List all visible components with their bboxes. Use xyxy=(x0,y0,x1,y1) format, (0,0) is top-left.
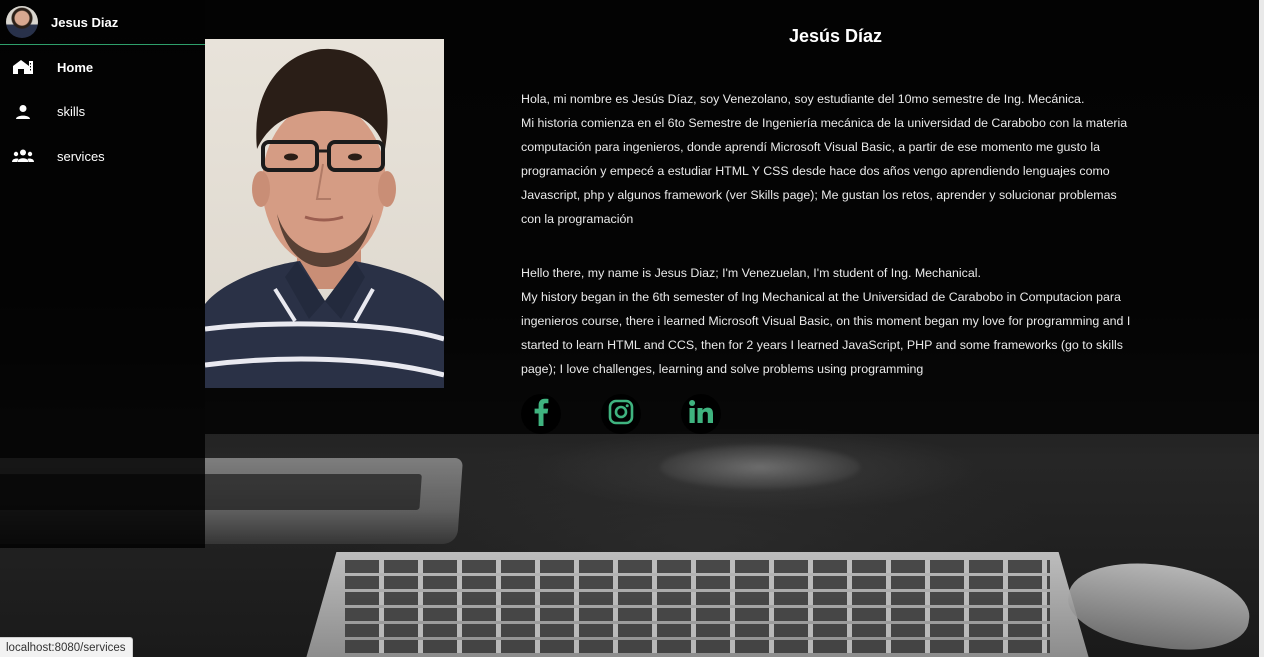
about-english: Hello there, my name is Jesus Diaz; I'm … xyxy=(521,261,1161,381)
about-line: Hola, mi nombre es Jesús Díaz, soy Venez… xyxy=(521,92,1085,106)
about-line: ingenieros course, there i learned Micro… xyxy=(521,314,1131,328)
instagram-link[interactable] xyxy=(601,394,641,434)
facebook-link[interactable] xyxy=(521,394,561,434)
about-line: My history began in the 6th semester of … xyxy=(521,290,1121,304)
about-spanish: Hola, mi nombre es Jesús Díaz, soy Venez… xyxy=(521,87,1161,231)
sidebar-item-label: skills xyxy=(57,104,86,120)
sidebar-header: Jesus Diaz xyxy=(0,0,205,45)
status-bar-url: localhost:8080/services xyxy=(0,637,133,657)
sidebar: Jesus Diaz Home skills services xyxy=(0,0,205,548)
sidebar-item-label: Home xyxy=(57,59,94,75)
page-title: Jesús Díaz xyxy=(789,26,883,46)
mouse-image xyxy=(1063,552,1255,657)
sidebar-item-home[interactable]: Home xyxy=(0,45,205,90)
home-icon xyxy=(11,57,35,77)
facebook-icon xyxy=(533,398,549,431)
linkedin-link[interactable] xyxy=(681,394,721,434)
sidebar-item-services[interactable]: services xyxy=(0,134,205,179)
user-name: Jesus Diaz xyxy=(51,14,119,30)
instagram-icon xyxy=(608,399,634,430)
keyboard-image xyxy=(305,552,1090,657)
about-line: Hello there, my name is Jesus Diaz; I'm … xyxy=(521,266,981,280)
social-links xyxy=(521,394,721,434)
about-line: Javascript, php y algunos framework (ver… xyxy=(521,188,1117,202)
scrollbar[interactable] xyxy=(1259,0,1264,657)
group-icon xyxy=(11,146,35,166)
sidebar-item-skills[interactable]: skills xyxy=(0,90,205,135)
about-line: started to learn HTML and CCS, then for … xyxy=(521,338,1123,352)
person-icon xyxy=(11,102,35,122)
about-line: page); I love challenges, learning and s… xyxy=(521,362,924,376)
about-line: con la programación xyxy=(521,212,634,226)
avatar xyxy=(6,6,38,38)
desk-object-image xyxy=(660,445,860,489)
about-line: programación y empecé a estudiar HTML Y … xyxy=(521,164,1110,178)
linkedin-icon xyxy=(688,399,714,430)
profile-photo xyxy=(205,39,444,388)
about-line: computación para ingenieros, donde apren… xyxy=(521,140,1101,154)
sidebar-item-label: services xyxy=(57,148,105,164)
about-line: Mi historia comienza en el 6to Semestre … xyxy=(521,116,1128,130)
